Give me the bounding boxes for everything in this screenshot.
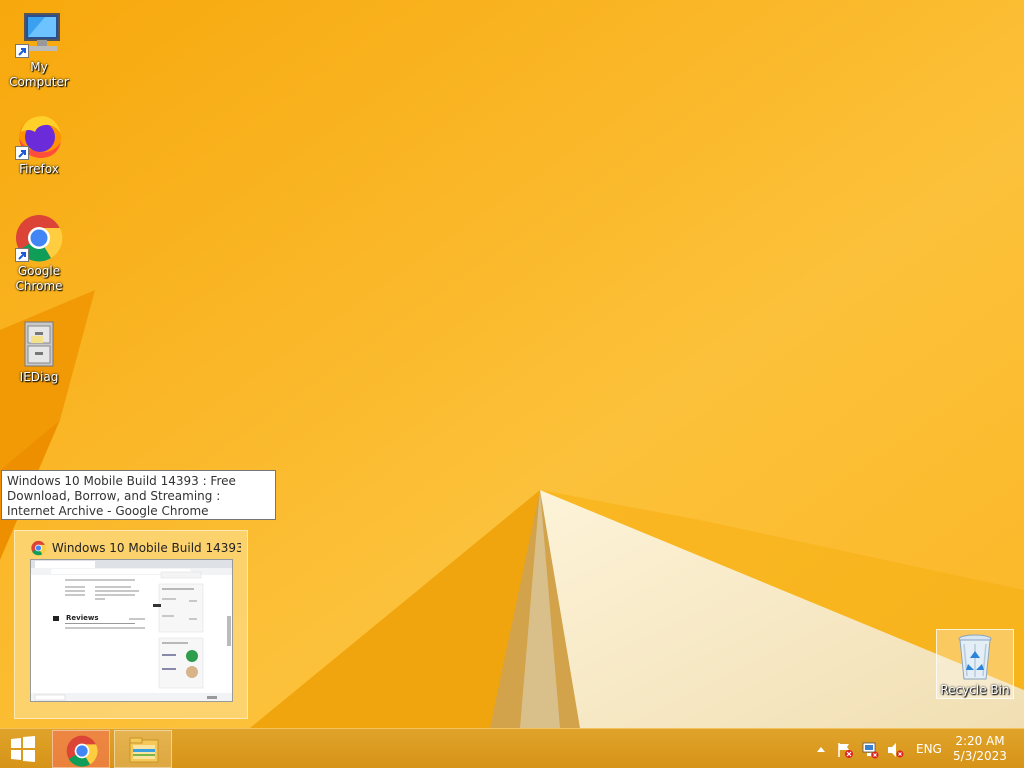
desktop-icon-recycle-bin[interactable]: Recycle Bin (936, 629, 1014, 699)
taskbar-button-file-explorer[interactable] (114, 730, 172, 768)
desktop-icon-my-computer[interactable]: My Computer (0, 10, 79, 90)
volume-muted-icon[interactable] (886, 741, 904, 759)
clock-date: 5/3/2023 (953, 749, 1007, 763)
desktop-icon-firefox[interactable]: Firefox (0, 112, 79, 177)
recycle-bin-icon (951, 632, 999, 682)
desktop-icon-label: My Computer (9, 60, 69, 89)
clock-time: 2:20 AM (955, 734, 1005, 748)
desktop-icon-iediag[interactable]: IEDiag (0, 320, 79, 385)
action-center-flag-icon[interactable] (836, 741, 854, 759)
input-language-indicator[interactable]: ENG (916, 742, 942, 756)
tooltip-text: Windows 10 Mobile Build 14393 : Free Dow… (7, 474, 236, 518)
show-hidden-icons-chevron-icon[interactable] (816, 746, 826, 753)
desktop-icon-label: Google Chrome (15, 264, 63, 293)
chrome-icon (15, 214, 63, 262)
desktop-icon-label: IEDiag (19, 370, 59, 384)
desktop-icon-label: Firefox (19, 162, 59, 176)
taskbar-button-chrome[interactable] (52, 730, 110, 768)
desktop-icon-google-chrome[interactable]: Google Chrome (0, 214, 79, 294)
file-cabinet-icon (15, 320, 63, 368)
taskbar-tooltip: Windows 10 Mobile Build 14393 : Free Dow… (1, 470, 276, 520)
thumbnail-page-preview: Reviews (30, 559, 233, 702)
desktop-icon-label: Recycle Bin (940, 683, 1010, 697)
chrome-icon (31, 540, 46, 556)
network-icon[interactable] (861, 741, 879, 759)
thumbnail-title: Windows 10 Mobile Build 14393... (51, 541, 241, 555)
chrome-icon (66, 735, 98, 767)
firefox-icon (15, 112, 63, 160)
folder-icon (129, 737, 159, 763)
computer-icon (15, 10, 63, 58)
system-clock[interactable]: 2:20 AM 5/3/2023 (944, 734, 1016, 764)
start-button[interactable] (8, 735, 40, 763)
taskbar: ENG 2:20 AM 5/3/2023 (0, 728, 1024, 768)
thumbnail-page-heading: Reviews (66, 614, 99, 622)
taskbar-thumbnail-preview[interactable]: Windows 10 Mobile Build 14393... Reviews (14, 530, 248, 719)
windows-logo-icon (11, 736, 35, 762)
thumbnail-title-bar: Windows 10 Mobile Build 14393... (31, 539, 241, 557)
